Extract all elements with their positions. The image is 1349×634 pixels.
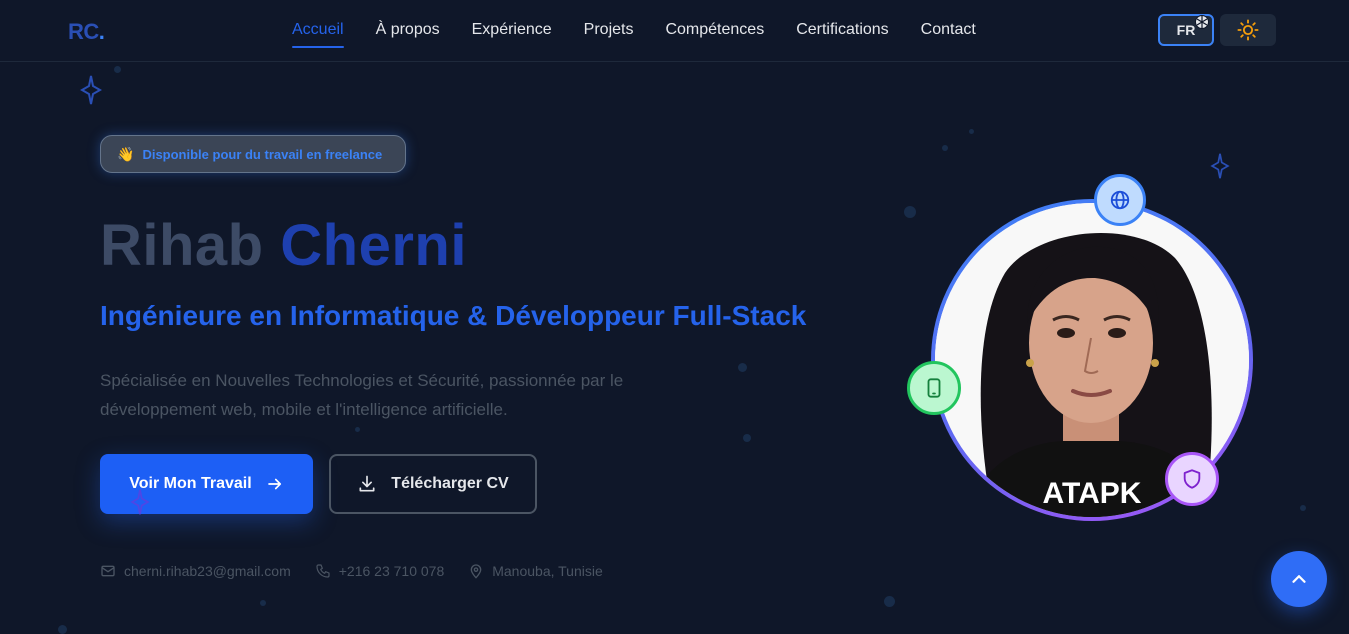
background-dot [904, 206, 916, 218]
sparkle-icon [80, 75, 102, 105]
contact-email[interactable]: cherni.rihab23@gmail.com [100, 563, 291, 579]
globe-icon [1195, 15, 1209, 29]
download-cv-label: Télécharger CV [391, 475, 509, 492]
contact-location: Manouba, Tunisie [468, 563, 603, 579]
sparkle-icon [1210, 153, 1230, 179]
hero-last-name: Cherni [280, 213, 467, 278]
nav-link-a-propos[interactable]: À propos [376, 20, 440, 44]
email-text: cherni.rihab23@gmail.com [124, 563, 291, 579]
scroll-to-top-button[interactable] [1271, 551, 1327, 607]
background-dot [738, 363, 747, 372]
map-pin-icon [470, 564, 482, 579]
theme-toggle-button[interactable] [1220, 14, 1276, 46]
chevron-up-icon [1292, 575, 1306, 583]
background-dot [355, 427, 360, 432]
nav-link-accueil[interactable]: Accueil [292, 20, 344, 48]
background-dot [969, 129, 974, 134]
sun-icon [1237, 19, 1259, 41]
contact-phone[interactable]: +216 23 710 078 [315, 563, 445, 579]
availability-text: Disponible pour du travail en freelance [142, 146, 383, 162]
sparkle-icon [130, 489, 150, 515]
shirt-text: ATAPK [1043, 477, 1142, 510]
globe-icon [1110, 190, 1130, 210]
mobile-badge [907, 361, 961, 415]
shield-icon [1183, 469, 1201, 489]
background-dot [260, 600, 266, 606]
nav-link-experience[interactable]: Expérience [472, 20, 552, 44]
language-button[interactable]: FR [1158, 14, 1214, 46]
mail-icon [101, 565, 115, 577]
phone-text: +216 23 710 078 [338, 563, 445, 579]
logo-dot: . [98, 19, 105, 44]
background-dot [1300, 505, 1306, 511]
logo[interactable]: RC. [68, 19, 105, 45]
download-icon [359, 475, 375, 492]
hero-name: Rihab Cherni [100, 212, 467, 280]
background-dot [884, 596, 895, 607]
background-dot [942, 145, 948, 151]
availability-badge: 👋 Disponible pour du travail en freelanc… [100, 135, 406, 173]
nav-link-certifications[interactable]: Certifications [796, 20, 888, 44]
nav-link-contact[interactable]: Contact [921, 20, 976, 44]
nav-link-competences[interactable]: Compétences [665, 20, 764, 44]
arrow-right-icon [267, 478, 281, 490]
background-dot [114, 66, 121, 73]
waving-hand-icon: 👋 [117, 145, 135, 162]
web-badge [1094, 174, 1146, 226]
nav-link-projets[interactable]: Projets [584, 20, 634, 44]
nav-links: Accueil À propos Expérience Projets Comp… [292, 20, 1008, 48]
logo-text: RC [68, 19, 99, 44]
language-label: FR [1176, 22, 1196, 38]
security-badge [1165, 452, 1219, 506]
hero-title: Ingénieure en Informatique & Développeur… [100, 300, 807, 331]
background-dot [58, 625, 67, 634]
smartphone-icon [927, 378, 941, 398]
location-text: Manouba, Tunisie [492, 563, 603, 579]
background-dot [743, 434, 751, 442]
navbar: RC. Accueil À propos Expérience Projets … [0, 0, 1349, 62]
download-cv-button[interactable]: Télécharger CV [329, 454, 537, 514]
phone-icon [316, 564, 330, 578]
hero-description: Spécialisée en Nouvelles Technologies et… [100, 371, 624, 419]
contact-info: cherni.rihab23@gmail.com +216 23 710 078… [100, 563, 627, 579]
hero-first-name: Rihab [100, 213, 264, 278]
